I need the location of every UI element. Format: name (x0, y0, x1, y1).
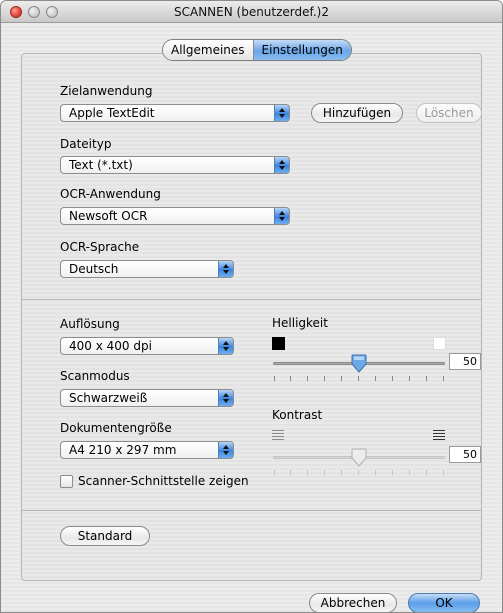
scan-mode-value: Schwarzweiß (69, 391, 148, 405)
section-divider (22, 299, 481, 300)
high-contrast-icon (433, 430, 445, 441)
popup-arrows-icon (218, 261, 233, 277)
add-button[interactable]: Hinzufügen (311, 103, 403, 123)
target-app-label: Zielanwendung (60, 84, 153, 98)
target-app-value: Apple TextEdit (69, 106, 155, 120)
file-type-value: Text (*.txt) (69, 158, 133, 172)
scan-mode-label: Scanmodus (60, 369, 130, 383)
contrast-label: Kontrast (272, 408, 323, 422)
target-app-popup[interactable]: Apple TextEdit (60, 104, 290, 122)
cancel-button[interactable]: Abbrechen (309, 593, 397, 612)
brightness-value-field[interactable]: 50 (449, 353, 481, 370)
scan-settings-window: SCANNEN (benutzerdef.)2 Allgemeines Eins… (0, 0, 503, 613)
delete-button[interactable]: Löschen (416, 103, 482, 123)
popup-arrows-icon (218, 338, 233, 354)
file-type-label: Dateityp (60, 137, 112, 151)
resolution-value: 400 x 400 dpi (69, 339, 152, 353)
brightness-slider-thumb[interactable] (351, 354, 367, 373)
popup-arrows-icon (218, 390, 233, 406)
popup-arrows-icon (218, 442, 233, 458)
light-swatch-icon (433, 337, 446, 350)
scanner-ui-checkbox[interactable] (60, 475, 73, 488)
standard-button[interactable]: Standard (60, 526, 150, 546)
window-title: SCANNEN (benutzerdef.)2 (173, 5, 329, 19)
ocr-app-popup[interactable]: Newsoft OCR (60, 207, 290, 225)
tab-allgemeines[interactable]: Allgemeines (163, 40, 254, 60)
dark-swatch-icon (272, 337, 285, 350)
ok-button[interactable]: OK (408, 593, 480, 612)
contrast-slider-thumb[interactable] (351, 448, 367, 467)
window-content: Allgemeines Einstellungen Zielanwendung … (1, 24, 502, 612)
brightness-ticks (273, 376, 445, 381)
contrast-ticks (273, 470, 445, 475)
ocr-lang-value: Deutsch (69, 262, 119, 276)
tab-einstellungen[interactable]: Einstellungen (253, 40, 351, 60)
brightness-label: Helligkeit (272, 316, 328, 330)
title-bar[interactable]: SCANNEN (benutzerdef.)2 (1, 1, 502, 23)
popup-arrows-icon (274, 105, 289, 121)
ocr-lang-popup[interactable]: Deutsch (60, 260, 234, 278)
tab-bar: Allgemeines Einstellungen (162, 39, 352, 61)
ocr-app-label: OCR-Anwendung (60, 187, 161, 201)
resolution-popup[interactable]: 400 x 400 dpi (60, 337, 234, 355)
popup-arrows-icon (274, 208, 289, 224)
doc-size-popup[interactable]: A4 210 x 297 mm (60, 441, 234, 459)
contrast-value-field[interactable]: 50 (449, 446, 481, 463)
low-contrast-icon (272, 430, 284, 441)
file-type-popup[interactable]: Text (*.txt) (60, 156, 290, 174)
scanner-ui-checkbox-label[interactable]: Scanner-Schnittstelle zeigen (78, 474, 249, 488)
doc-size-label: Dokumentengröße (60, 421, 172, 435)
scan-mode-popup[interactable]: Schwarzweiß (60, 389, 234, 407)
settings-panel: Zielanwendung Apple TextEdit Hinzufügen … (21, 53, 482, 581)
popup-arrows-icon (274, 157, 289, 173)
resolution-label: Auflösung (60, 317, 120, 331)
ocr-app-value: Newsoft OCR (69, 209, 148, 223)
doc-size-value: A4 210 x 297 mm (69, 443, 177, 457)
ocr-lang-label: OCR-Sprache (60, 240, 140, 254)
section-divider (22, 510, 481, 511)
